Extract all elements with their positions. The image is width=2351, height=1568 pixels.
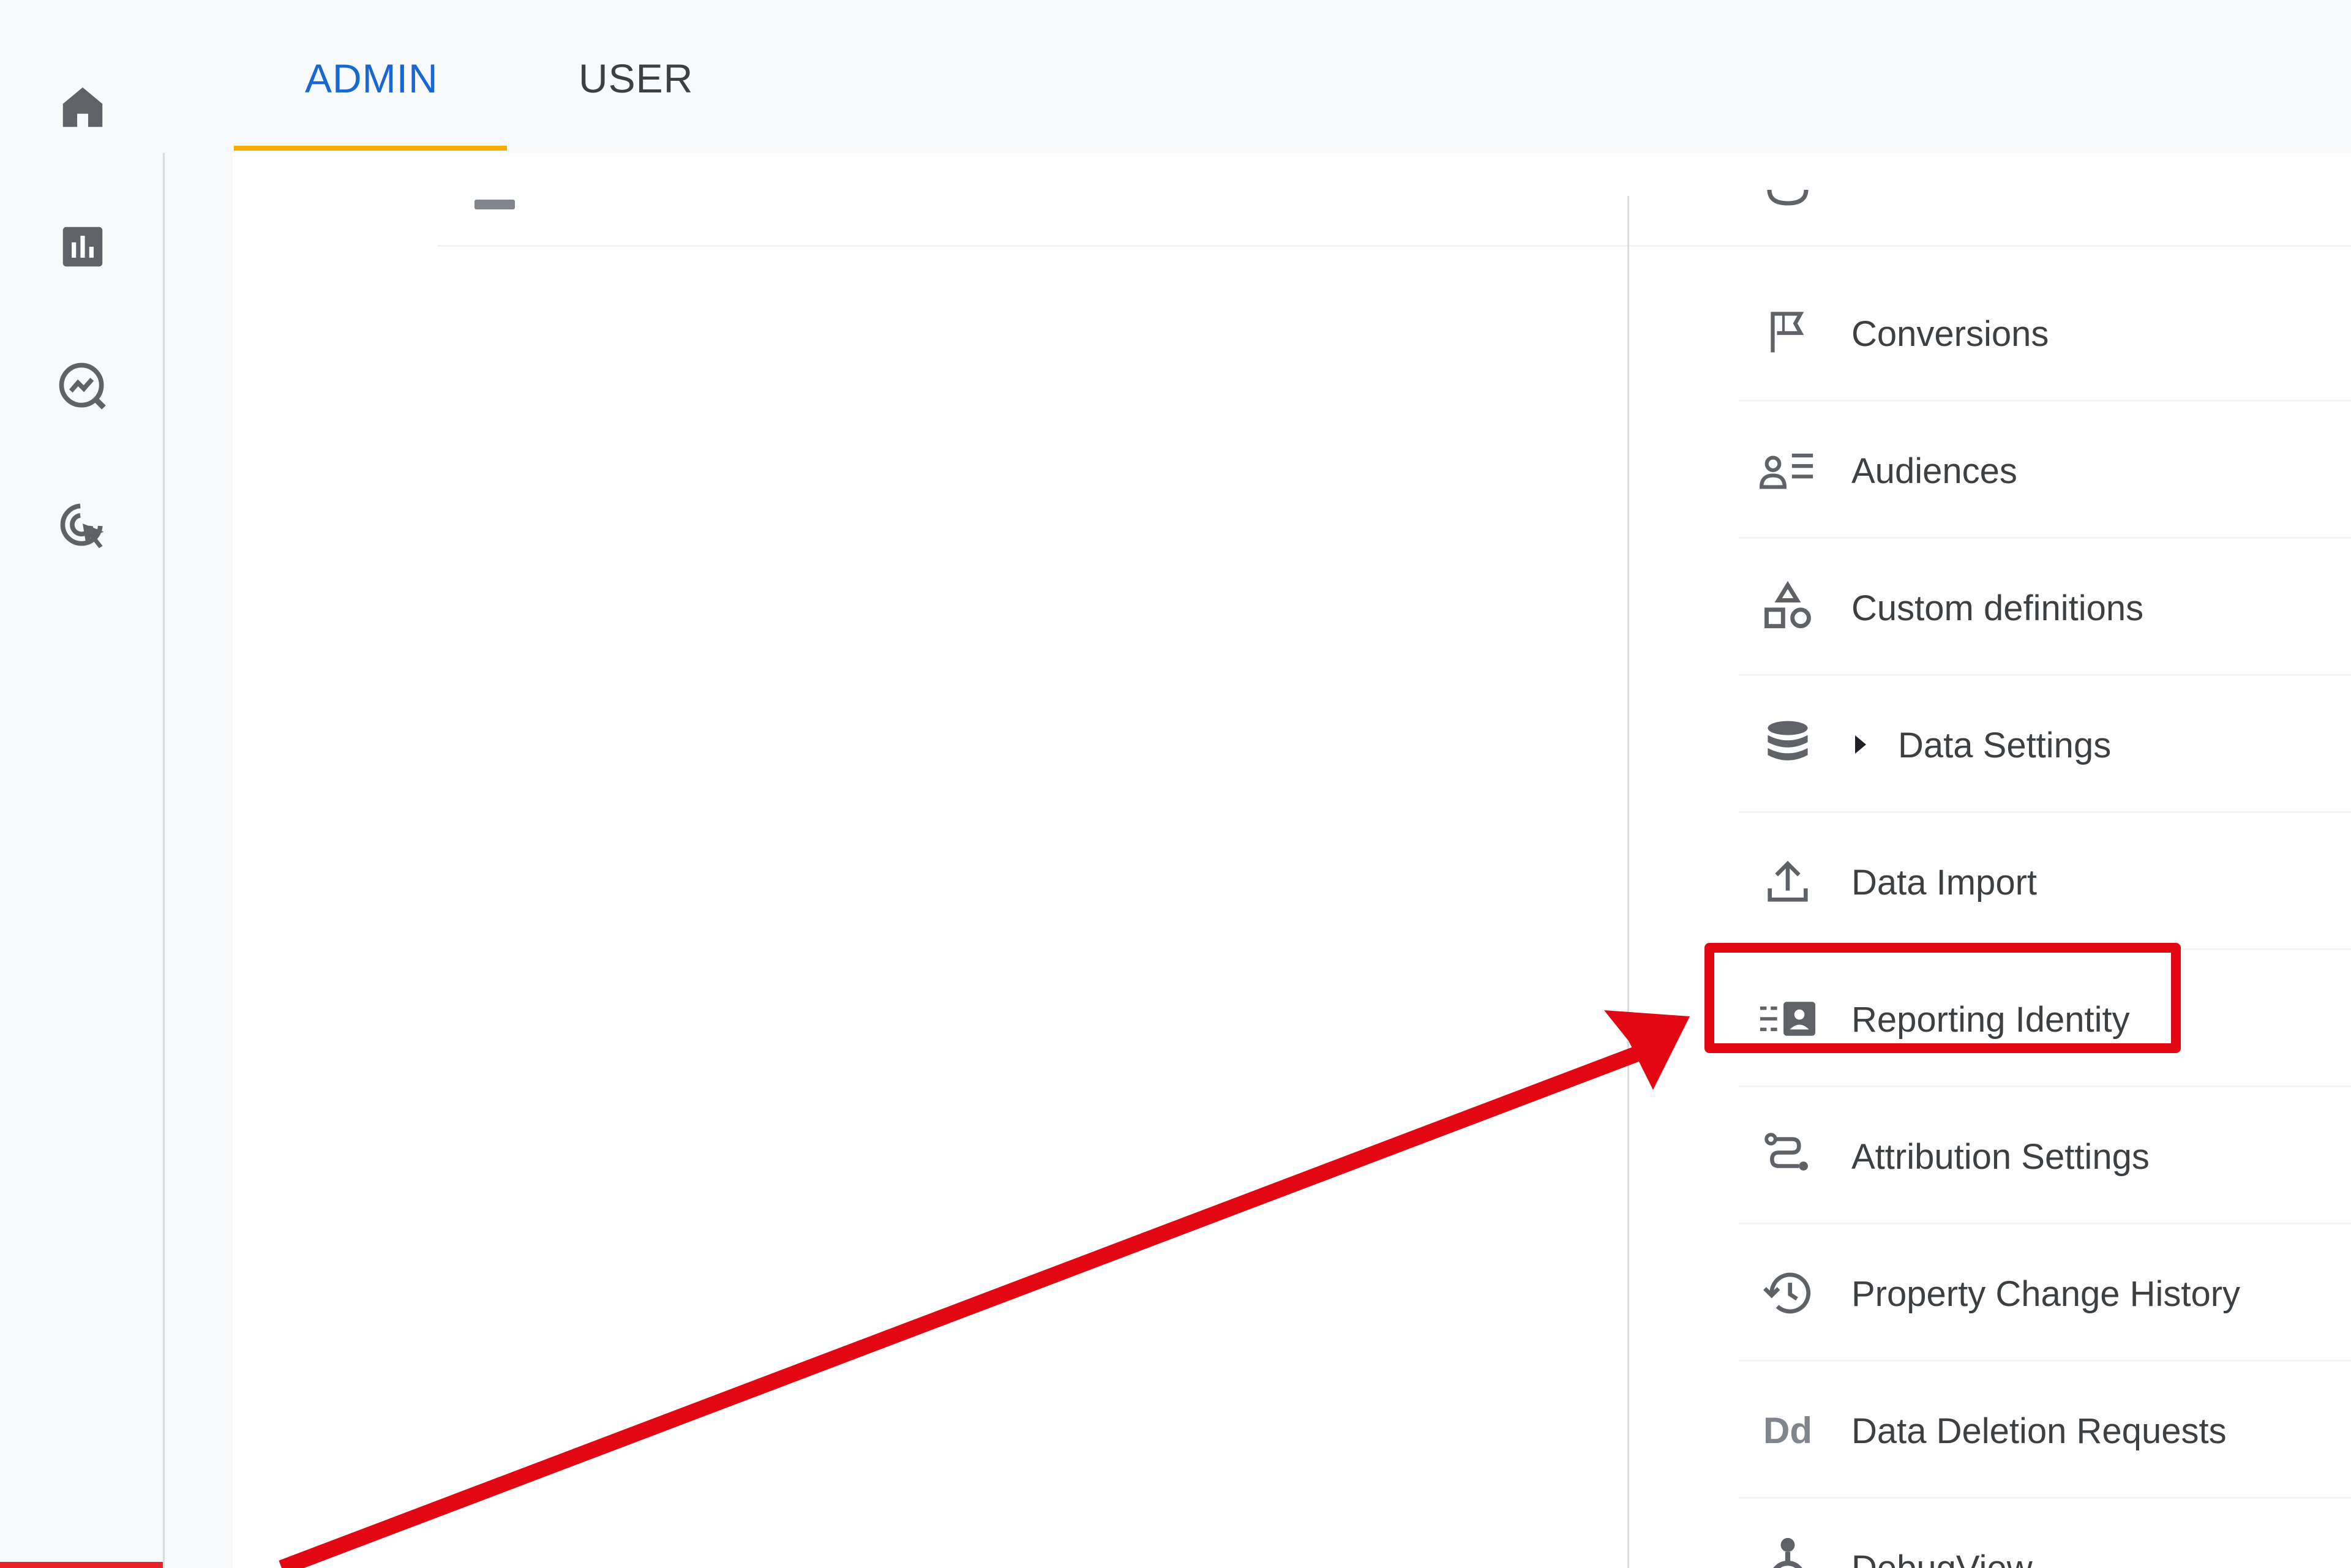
tab-admin[interactable]: ADMIN [305, 55, 438, 102]
property-settings-menu: Conversions Audiences Custom definitions [1739, 153, 2351, 1568]
reports-icon[interactable] [43, 207, 122, 287]
tab-user[interactable]: USER [579, 55, 693, 102]
menu-item-audiences[interactable]: Audiences [1739, 402, 2351, 539]
database-icon [1751, 708, 1824, 781]
menu-item-data-import[interactable]: Data Import [1739, 813, 2351, 950]
menu-item-label: DebugView [1851, 1548, 2033, 1568]
highlight-box [1704, 943, 2181, 1053]
menu-item-label: Data Import [1851, 863, 2037, 902]
menu-item-label: Custom definitions [1851, 588, 2144, 628]
menu-item-custom-definitions[interactable]: Custom definitions [1739, 539, 2351, 676]
menu-item-label: Data Settings [1898, 726, 2112, 765]
menu-item-data-settings[interactable]: Data Settings [1739, 676, 2351, 813]
menu-item-label: Property Change History [1851, 1274, 2241, 1314]
expand-caret-icon[interactable] [1851, 731, 1870, 765]
menu-item-label: Audiences [1851, 451, 2017, 491]
menu-item-attribution-settings[interactable]: Attribution Settings [1739, 1087, 2351, 1225]
active-tab-indicator [234, 146, 507, 151]
divider [438, 245, 1760, 247]
menu-item-conversions[interactable]: Conversions [1739, 264, 2351, 402]
upload-icon [1751, 845, 1824, 918]
flag-icon [1751, 296, 1824, 370]
column-divider [1627, 196, 1629, 1568]
debug-icon [1751, 1531, 1824, 1568]
advertising-icon[interactable] [43, 486, 122, 566]
explore-icon[interactable] [43, 347, 122, 426]
partial-top-icon [1763, 189, 1812, 208]
ga-admin-page: ADMIN USER Conversions Audiences Custom … [0, 0, 2351, 1568]
rail-red-marker [0, 1562, 163, 1568]
audiences-icon [1751, 433, 1824, 507]
menu-item-property-change-history[interactable]: Property Change History [1739, 1225, 2351, 1362]
menu-item-label: Conversions [1851, 314, 2049, 354]
menu-item-label: Data Deletion Requests [1851, 1411, 2227, 1451]
collapse-dash-icon [474, 200, 515, 209]
menu-item-debugview[interactable]: DebugView [1739, 1499, 2351, 1568]
left-nav-rail [0, 0, 165, 1568]
dd-icon-text: Dd [1763, 1409, 1812, 1451]
admin-tabs: ADMIN USER [163, 0, 2351, 153]
home-icon[interactable] [43, 67, 122, 147]
shapes-icon [1751, 571, 1824, 644]
dd-icon: Dd [1751, 1394, 1824, 1467]
menu-item-data-deletion-requests[interactable]: Dd Data Deletion Requests [1739, 1362, 2351, 1499]
history-icon [1751, 1256, 1824, 1330]
attribution-icon [1751, 1119, 1824, 1193]
divider [1739, 245, 2351, 247]
menu-item-label: Attribution Settings [1851, 1137, 2150, 1177]
